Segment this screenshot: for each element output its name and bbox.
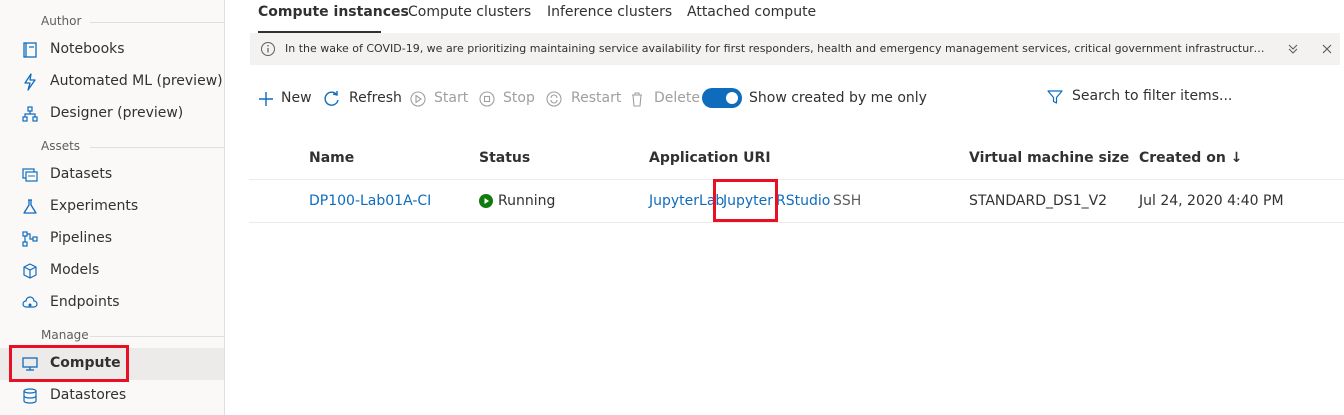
sidebar-item-label: Models (50, 262, 100, 278)
delete-label: Delete (654, 90, 700, 106)
sidebar-item-label: Designer (preview) (50, 105, 184, 121)
sidebar-item-label: Automated ML (preview) (50, 73, 223, 89)
section-author: Author (0, 12, 224, 30)
tab-attached-compute[interactable]: Attached compute (687, 4, 816, 20)
new-label: New (281, 90, 312, 106)
sidebar-item-experiments[interactable]: Experiments (0, 191, 224, 223)
dataset-icon (22, 168, 38, 182)
created-on-cell: Jul 24, 2020 4:40 PM (1139, 193, 1284, 209)
sidebar-item-endpoints[interactable]: Endpoints (0, 287, 224, 319)
section-assets: Assets (0, 137, 224, 155)
restart-label: Restart (571, 90, 622, 106)
designer-icon (22, 106, 38, 122)
running-status-icon (479, 194, 493, 208)
row-divider (249, 222, 1344, 223)
jupyterlab-link[interactable]: JupyterLab (649, 193, 724, 209)
sidebar-item-label: Experiments (50, 198, 139, 214)
sidebar-item-label: Datastores (50, 387, 127, 403)
banner-text: In the wake of COVID-19, we are prioriti… (285, 42, 1265, 55)
trash-icon (632, 92, 642, 107)
sidebar-item-label: Datasets (50, 166, 113, 182)
info-icon (261, 42, 275, 56)
sidebar-item-label: Endpoints (50, 294, 120, 310)
toggle-knob (726, 92, 738, 104)
restart-icon (546, 91, 562, 107)
sidebar-item-compute[interactable]: Compute (0, 348, 224, 380)
expand-chevron-icon[interactable] (1286, 42, 1300, 56)
sidebar-item-models[interactable]: Models (0, 255, 224, 287)
section-label: Manage (41, 328, 89, 342)
ssh-link[interactable]: SSH (833, 193, 861, 209)
restart-button[interactable]: Restart (545, 88, 622, 110)
sidebar-item-notebooks[interactable]: Notebooks (0, 34, 224, 66)
status-text: Running (498, 193, 556, 209)
pipeline-icon (22, 231, 38, 247)
section-label: Assets (41, 139, 81, 153)
search-placeholder: Search to filter items... (1072, 88, 1233, 104)
sidebar-item-label: Compute (50, 355, 121, 371)
refresh-label: Refresh (349, 90, 402, 106)
column-header-vm-size[interactable]: Virtual machine size (969, 150, 1129, 166)
search-filter-input[interactable]: Search to filter items... (1046, 86, 1326, 110)
filter-icon (1047, 90, 1063, 104)
divider (90, 336, 224, 337)
column-header-status[interactable]: Status (479, 150, 530, 166)
play-icon (410, 91, 426, 107)
jupyter-link[interactable]: Jupyter (723, 193, 773, 209)
refresh-button[interactable]: Refresh (323, 88, 402, 110)
stop-button[interactable]: Stop (478, 88, 538, 110)
new-button[interactable]: New (257, 88, 312, 110)
toggle-label-container: Show created by me only (749, 88, 927, 110)
close-icon[interactable] (1320, 42, 1334, 56)
delete-button[interactable]: Delete (628, 88, 700, 110)
show-mine-toggle[interactable] (702, 88, 742, 108)
column-header-application-uri[interactable]: Application URI (649, 150, 771, 166)
info-banner: In the wake of COVID-19, we are prioriti… (250, 33, 1340, 65)
notebook-icon (23, 42, 37, 58)
cube-icon (23, 263, 37, 279)
header-divider (249, 179, 1344, 180)
lightning-icon (24, 73, 36, 91)
monitor-icon (22, 357, 38, 371)
column-header-created-on[interactable]: Created on ↓ (1139, 150, 1242, 166)
sidebar-item-designer[interactable]: Designer (preview) (0, 98, 224, 130)
tab-compute-instances[interactable]: Compute instances (258, 4, 409, 20)
sidebar-item-label: Pipelines (50, 230, 113, 246)
cloud-icon (22, 296, 38, 308)
tab-compute-clusters[interactable]: Compute clusters (408, 4, 531, 20)
start-button[interactable]: Start (409, 88, 469, 110)
tab-inference-clusters[interactable]: Inference clusters (547, 4, 672, 20)
stop-icon (479, 91, 495, 107)
database-icon (23, 388, 37, 404)
rstudio-link[interactable]: RStudio (776, 193, 830, 209)
sidebar-item-automated-ml[interactable]: Automated ML (preview) (0, 66, 224, 98)
divider (90, 22, 224, 23)
section-label: Author (41, 14, 82, 28)
section-manage: Manage (0, 326, 224, 344)
toggle-label: Show created by me only (749, 90, 927, 106)
left-navigation-sidebar: Author Notebooks Automated ML (preview) … (0, 0, 225, 415)
divider (90, 147, 224, 148)
sidebar-item-label: Notebooks (50, 41, 125, 57)
plus-icon (259, 92, 273, 106)
start-label: Start (434, 90, 469, 106)
sidebar-item-datasets[interactable]: Datasets (0, 159, 224, 191)
flask-icon (23, 199, 37, 214)
sidebar-item-datastores[interactable]: Datastores (0, 380, 224, 412)
refresh-icon (324, 91, 339, 106)
column-header-name[interactable]: Name (309, 150, 354, 166)
compute-name-link[interactable]: DP100-Lab01A-CI (309, 193, 431, 209)
sidebar-item-pipelines[interactable]: Pipelines (0, 223, 224, 255)
vm-size-cell: STANDARD_DS1_V2 (969, 193, 1108, 209)
stop-label: Stop (503, 90, 535, 106)
